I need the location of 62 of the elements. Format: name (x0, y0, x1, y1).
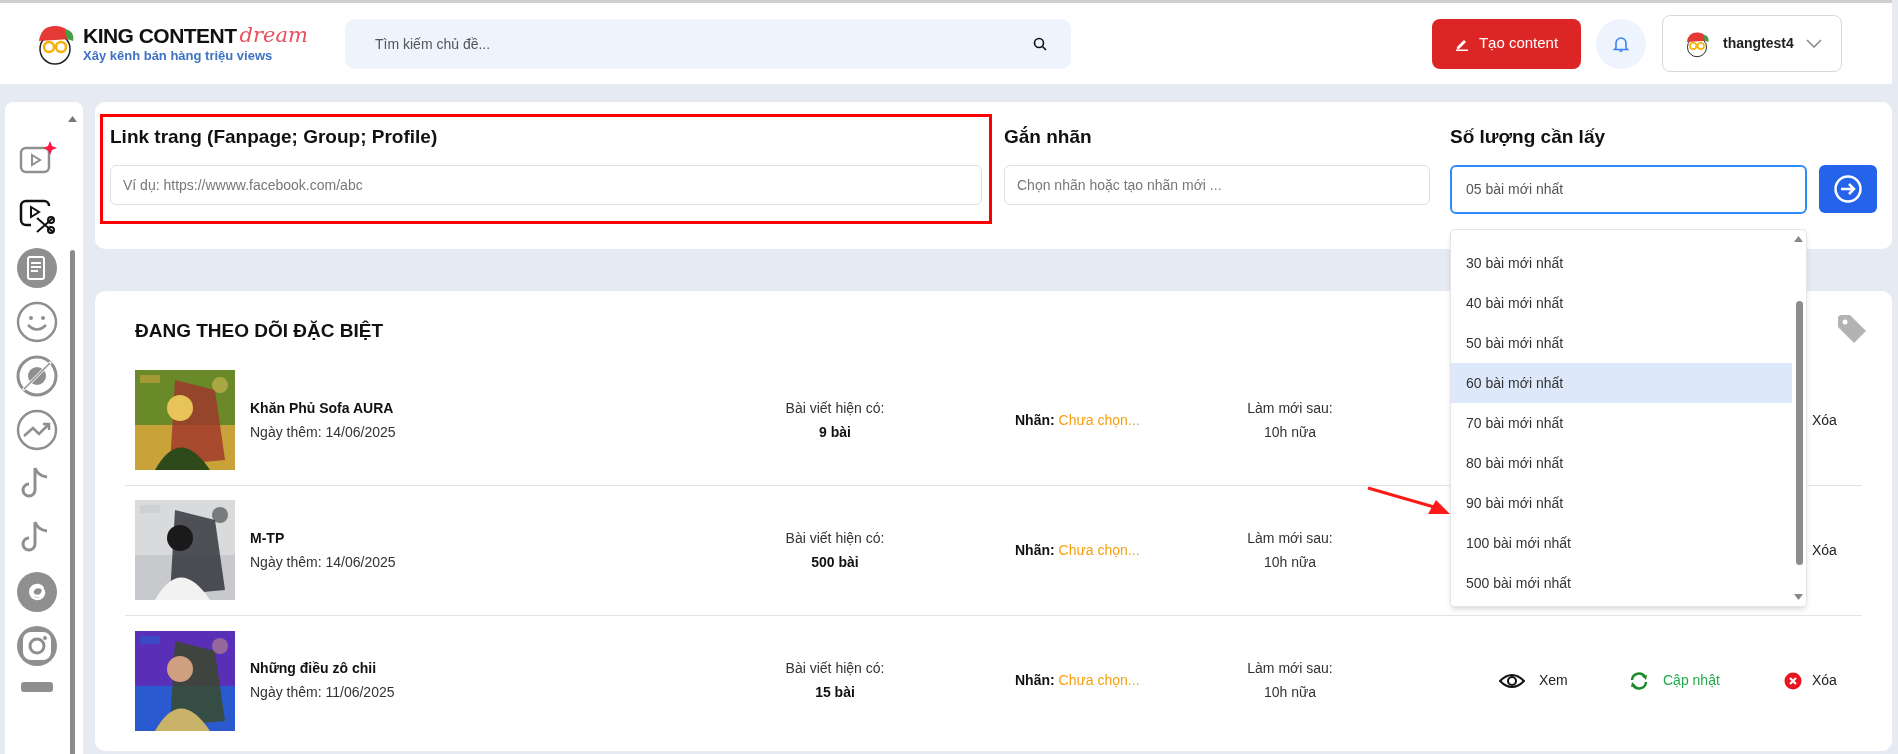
posts-label: Bài viết hiện có: (785, 398, 885, 418)
view-button[interactable]: Xem (1499, 670, 1568, 691)
delete-button[interactable]: Xóa (1784, 670, 1837, 691)
submit-button[interactable] (1819, 165, 1877, 213)
page-name: M-TP (250, 528, 286, 548)
chevron-down-icon (1805, 39, 1822, 48)
date-added: Ngày thêm: 11/06/2025 (250, 683, 396, 702)
tag-text: Nhãn: Chưa chọn... (1015, 410, 1141, 430)
posts-count: 9 bài (819, 422, 851, 442)
document-icon (15, 246, 59, 290)
arrow-right-circle-icon (1833, 174, 1863, 204)
tag-icon (1836, 313, 1868, 346)
dropdown-option[interactable]: 50 bài mới nhất (1451, 323, 1792, 363)
dropdown-option[interactable]: 80 bài mới nhất (1451, 443, 1792, 483)
eye-icon (1499, 671, 1525, 690)
input-field[interactable]: Chọn nhãn hoặc tạo nhãn mới ... (1004, 164, 1430, 205)
refresh-time: 10h nữa (1263, 552, 1317, 572)
trend-chart-icon (15, 408, 59, 452)
input-field[interactable]: Ví dụ: https://wwww.facebook.com/abc (110, 164, 982, 205)
logo-brand: KING CONTENT (83, 25, 237, 46)
date-added: Ngày thêm: 14/06/2025 (250, 422, 397, 442)
logo-accent: dream (239, 25, 308, 46)
search-icon (1033, 36, 1047, 51)
dropdown-option[interactable]: 90 bài mới nhất (1451, 483, 1792, 523)
refresh-label: Làm mới sau: (1247, 659, 1333, 678)
tag-text: Nhãn: Chưa chọn... (1015, 671, 1141, 690)
threads-icon (15, 570, 59, 614)
dropdown-option[interactable]: 30 bài mới nhất (1451, 243, 1792, 283)
smiley-icon (15, 300, 59, 344)
user-menu[interactable]: thangtest4 (1662, 15, 1842, 72)
instagram-icon (15, 624, 59, 668)
tag-text: Nhãn: Chưa chọn... (1015, 540, 1141, 560)
posts-label: Bài viết hiện có: (785, 528, 885, 548)
notification-button[interactable] (1596, 18, 1646, 69)
field-label: Gắn nhãn (1004, 125, 1093, 149)
refresh-icon (1629, 670, 1649, 691)
field-label: Số lượng cần lấy (1450, 125, 1607, 149)
search-field[interactable]: Tìm kiếm chủ đề... (345, 18, 1071, 69)
create-content-button[interactable]: Tạo content (1432, 18, 1581, 69)
logo-tagline: Xây kênh bán hàng triệu views (83, 49, 274, 62)
dropdown-option[interactable]: 60 bài mới nhất (1451, 363, 1792, 403)
scroll-up-icon (1794, 236, 1803, 242)
scroll-up-icon (68, 116, 77, 122)
refresh-time: 10h nữa (1263, 422, 1317, 442)
refresh-time: 10h nữa (1263, 683, 1317, 702)
posts-count: 500 bài (811, 552, 859, 572)
refresh-label: Làm mới sau: (1247, 528, 1333, 548)
posts-count: 15 bài (815, 683, 855, 702)
dropdown-option[interactable]: 40 bài mới nhất (1451, 283, 1792, 323)
date-added: Ngày thêm: 14/06/2025 (250, 552, 397, 572)
posts-label: Bài viết hiện có: (785, 659, 885, 678)
refresh-label: Làm mới sau: (1247, 398, 1333, 418)
section-title: ĐANG THEO DÕI ĐẶC BIỆT (134, 319, 384, 343)
field-label: Link trang (Fanpage; Group; Profile) (110, 125, 439, 149)
delete-icon (1784, 671, 1802, 690)
page-name: Khăn Phủ Sofa AURA (250, 398, 395, 418)
dropdown-option[interactable]: 500 bài mới nhất (1451, 563, 1792, 603)
bell-icon (1613, 34, 1629, 53)
page-name: Những điều zô chii (250, 659, 378, 678)
scroll-down-icon (1794, 594, 1803, 600)
no-ads-icon (15, 354, 59, 398)
quantity-select[interactable]: 05 bài mới nhất (1450, 164, 1807, 214)
